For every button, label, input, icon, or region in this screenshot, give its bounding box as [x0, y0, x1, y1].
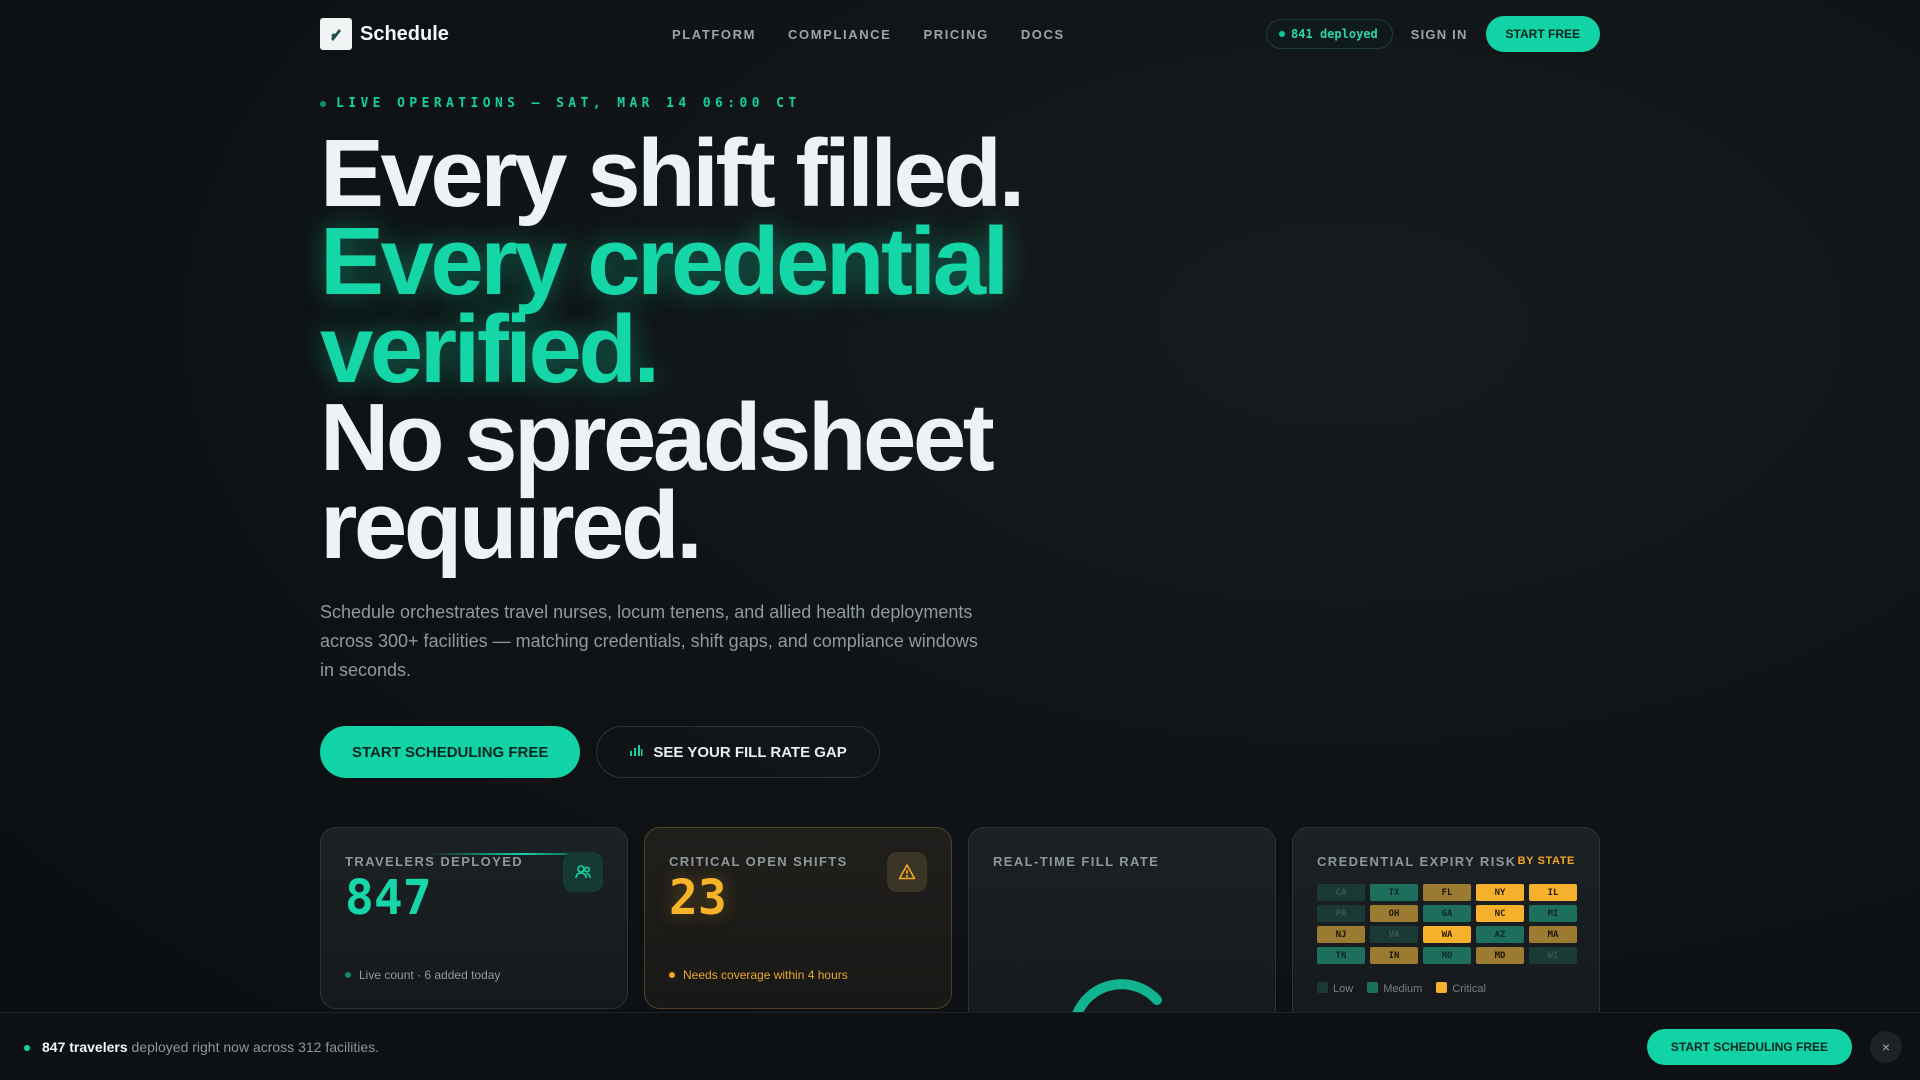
heatmap-legend: Low Medium Critical	[1317, 982, 1486, 995]
fill-rate-gauge	[1072, 979, 1162, 1019]
bar-chart-icon	[629, 743, 643, 761]
state-heatmap: CA TX FL NY IL PA OH GA NC MI NJ VA WA AZ MA TN IN MO MD WI	[1317, 884, 1577, 964]
card-label: CRITICAL OPEN SHIFTS	[669, 854, 848, 869]
state-cell-ny[interactable]: NY	[1476, 884, 1524, 901]
state-cell-ga[interactable]: GA	[1423, 905, 1471, 922]
state-cell-va[interactable]: VA	[1370, 926, 1418, 943]
legend-medium: Medium	[1367, 982, 1422, 995]
sign-in-link[interactable]: SIGN IN	[1411, 27, 1468, 42]
state-cell-pa[interactable]: PA	[1317, 905, 1365, 922]
card-footer: Needs coverage within 4 hours	[669, 968, 848, 982]
travelers-footer-text: Live count · 6 added today	[359, 968, 501, 982]
headline-line-2: Every credential	[320, 208, 1009, 315]
headline-line-4: No spreadsheet	[320, 384, 995, 491]
critical-open-shifts-card: CRITICAL OPEN SHIFTS 23 Needs coverage w…	[644, 827, 952, 1009]
deployed-status-pill: 841 deployed	[1266, 19, 1393, 49]
bottom-banner-rest: deployed right now across 312 facilities…	[127, 1038, 379, 1055]
bottom-banner-text: 847 travelers deployed right now across …	[42, 1039, 379, 1055]
card-label: CREDENTIAL EXPIRY RISK	[1317, 854, 1517, 869]
hero-headline: Every shift filled. Every credential ver…	[320, 120, 1025, 579]
critical-footer-text: Needs coverage within 4 hours	[683, 968, 848, 982]
hero-cta-row: START SCHEDULING FREE SEE YOUR FILL RATE…	[320, 726, 880, 778]
live-operations-text: LIVE OPERATIONS — SAT, MAR 14 06:00 CT	[336, 96, 801, 111]
state-cell-nc[interactable]: NC	[1476, 905, 1524, 922]
travelers-count: 847	[345, 870, 432, 926]
nav-links: PLATFORM COMPLIANCE PRICING DOCS	[672, 27, 1065, 42]
state-cell-wa[interactable]: WA	[1423, 926, 1471, 943]
fill-rate-card: REAL-TIME FILL RATE	[968, 827, 1276, 1027]
users-icon	[563, 852, 603, 892]
state-cell-md[interactable]: MD	[1476, 947, 1524, 964]
state-cell-tx[interactable]: TX	[1370, 884, 1418, 901]
state-cell-tn[interactable]: TN	[1317, 947, 1365, 964]
live-operations-label: LIVE OPERATIONS — SAT, MAR 14 06:00 CT	[320, 96, 801, 111]
headline-line-3: verified.	[320, 296, 660, 403]
state-cell-nj[interactable]: NJ	[1317, 926, 1365, 943]
state-cell-mi[interactable]: MI	[1529, 905, 1577, 922]
state-cell-oh[interactable]: OH	[1370, 905, 1418, 922]
warning-icon	[887, 852, 927, 892]
logo-icon	[320, 18, 352, 50]
headline-line-5: required.	[320, 472, 703, 579]
nav-link-pricing[interactable]: PRICING	[923, 27, 988, 42]
critical-shifts-count: 23	[669, 870, 727, 926]
brand-logo[interactable]: Schedule	[320, 18, 449, 50]
nav-actions: 841 deployed SIGN IN START FREE	[1266, 16, 1600, 52]
start-free-button[interactable]: START FREE	[1485, 16, 1600, 52]
state-cell-fl[interactable]: FL	[1423, 884, 1471, 901]
state-cell-wi[interactable]: WI	[1529, 947, 1577, 964]
status-dot-icon	[669, 972, 675, 978]
credential-expiry-card: CREDENTIAL EXPIRY RISK BY STATE CA TX FL NY…	[1292, 827, 1600, 1027]
travelers-deployed-card: TRAVELERS DEPLOYED 847 Live count · 6 ad…	[320, 827, 628, 1009]
state-cell-mo[interactable]: MO	[1423, 947, 1471, 964]
deployed-count: 841 deployed	[1291, 27, 1378, 41]
fill-rate-gap-button[interactable]: SEE YOUR FILL RATE GAP	[596, 726, 880, 778]
card-footer: Live count · 6 added today	[345, 968, 500, 982]
status-dot-icon	[345, 972, 351, 978]
by-state-toggle[interactable]: BY STATE	[1518, 855, 1575, 867]
state-cell-ma[interactable]: MA	[1529, 926, 1577, 943]
nav-link-docs[interactable]: DOCS	[1021, 27, 1065, 42]
brand-name: Schedule	[360, 22, 449, 45]
state-cell-ca[interactable]: CA	[1317, 884, 1365, 901]
headline-line-1: Every shift filled.	[320, 120, 1025, 227]
close-icon[interactable]: ×	[1870, 1030, 1902, 1063]
card-label: TRAVELERS DEPLOYED	[345, 854, 524, 869]
nav-link-compliance[interactable]: COMPLIANCE	[788, 27, 891, 42]
top-nav: Schedule PLATFORM COMPLIANCE PRICING DOC…	[320, 16, 1600, 52]
start-scheduling-button[interactable]: START SCHEDULING FREE	[320, 726, 581, 778]
legend-critical: Critical	[1436, 982, 1486, 995]
live-dot-icon	[24, 1045, 30, 1051]
state-cell-in[interactable]: IN	[1370, 947, 1418, 964]
fill-rate-gap-label: SEE YOUR FILL RATE GAP	[653, 743, 847, 761]
hero-subtitle: Schedule orchestrates travel nurses, loc…	[320, 602, 978, 680]
travelers-highlight: 847 travelers	[42, 1038, 128, 1055]
live-dot-icon	[1279, 31, 1286, 37]
nav-link-platform[interactable]: PLATFORM	[672, 27, 756, 42]
state-cell-az[interactable]: AZ	[1476, 926, 1524, 943]
bottom-start-scheduling-button[interactable]: START SCHEDULING FREE	[1646, 1028, 1852, 1065]
state-cell-il[interactable]: IL	[1529, 884, 1577, 901]
bottom-banner: 847 travelers deployed right now across …	[0, 1012, 1920, 1080]
live-dot-icon	[320, 100, 326, 107]
legend-low: Low	[1317, 982, 1353, 995]
